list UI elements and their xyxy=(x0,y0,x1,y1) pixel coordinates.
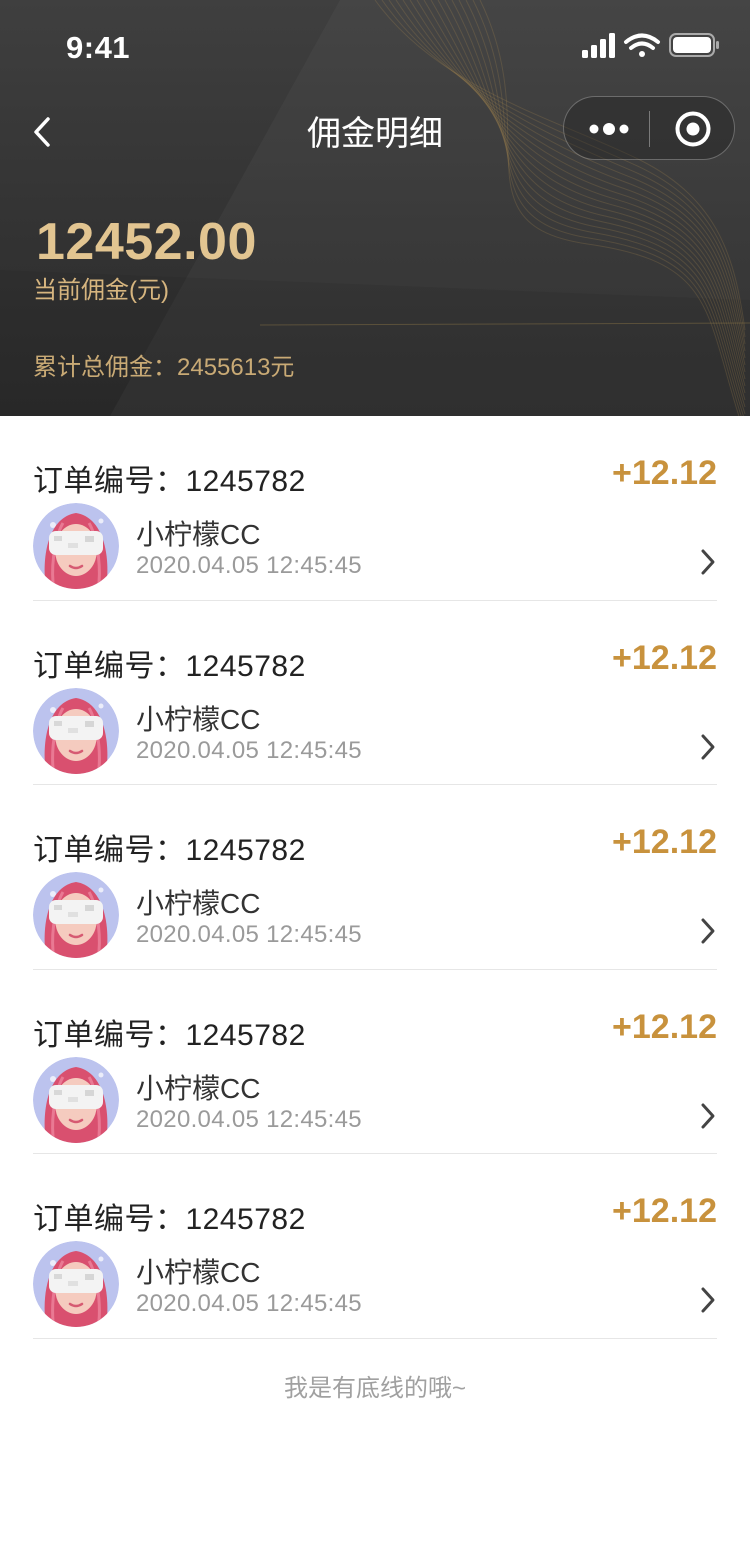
status-icons xyxy=(582,33,719,58)
order-item[interactable]: 订单编号：1245782 +12.12 小柠檬CC 2020.04.05 12:… xyxy=(33,601,717,785)
header-banner: 9:41 佣金明细 12452.00 当前佣金(元) 累计总佣金：2455613… xyxy=(0,0,750,416)
chevron-right-icon[interactable] xyxy=(699,733,717,761)
order-list: 订单编号：1245782 +12.12 小柠檬CC 2020.04.05 12:… xyxy=(33,416,717,1339)
order-time: 2020.04.05 12:45:45 xyxy=(136,1290,362,1317)
order-time: 2020.04.05 12:45:45 xyxy=(136,552,362,579)
capsule-divider xyxy=(649,111,650,147)
current-commission-label: 当前佣金(元) xyxy=(33,277,169,304)
avatar xyxy=(33,1056,119,1143)
avatar xyxy=(33,687,119,774)
order-item[interactable]: 订单编号：1245782 +12.12 小柠檬CC 2020.04.05 12:… xyxy=(33,416,717,601)
total-commission: 累计总佣金：2455613元 xyxy=(33,354,295,381)
avatar xyxy=(33,503,119,589)
user-name: 小柠檬CC xyxy=(136,1257,261,1288)
user-name: 小柠檬CC xyxy=(136,888,261,919)
user-name: 小柠檬CC xyxy=(136,519,261,550)
order-number: 订单编号：1245782 xyxy=(33,649,306,683)
avatar xyxy=(33,872,119,958)
chevron-right-icon[interactable] xyxy=(699,548,717,576)
order-number: 订单编号：1245782 xyxy=(33,465,306,498)
current-commission-value: 12452.00 xyxy=(36,213,257,271)
order-time: 2020.04.05 12:45:45 xyxy=(136,736,362,764)
order-time: 2020.04.05 12:45:45 xyxy=(136,1105,362,1133)
user-name: 小柠檬CC xyxy=(136,703,261,735)
commission-amount: +12.12 xyxy=(612,1007,717,1046)
user-name: 小柠檬CC xyxy=(136,1072,261,1104)
chevron-right-icon[interactable] xyxy=(699,917,717,945)
commission-amount: +12.12 xyxy=(612,454,717,492)
chevron-right-icon[interactable] xyxy=(699,1102,717,1130)
target-icon[interactable] xyxy=(674,110,712,148)
order-time: 2020.04.05 12:45:45 xyxy=(136,921,362,948)
signal-icon xyxy=(582,33,615,58)
status-time: 9:41 xyxy=(66,30,131,65)
order-item[interactable]: 订单编号：1245782 +12.12 小柠檬CC 2020.04.05 12:… xyxy=(33,970,717,1154)
battery-icon xyxy=(669,33,719,57)
commission-amount: +12.12 xyxy=(612,638,717,677)
mini-program-capsule xyxy=(563,96,735,160)
commission-amount: +12.12 xyxy=(612,823,717,861)
commission-amount: +12.12 xyxy=(612,1192,717,1230)
chevron-right-icon[interactable] xyxy=(699,1286,717,1314)
wifi-icon xyxy=(624,33,660,57)
avatar xyxy=(33,1241,119,1327)
list-end-text: 我是有底线的哦~ xyxy=(283,1375,466,1402)
order-number: 订单编号：1245782 xyxy=(33,1018,306,1052)
order-number: 订单编号：1245782 xyxy=(33,1203,306,1236)
more-dots-icon[interactable] xyxy=(588,115,630,143)
order-item[interactable]: 订单编号：1245782 +12.12 小柠檬CC 2020.04.05 12:… xyxy=(33,1154,717,1339)
order-number: 订单编号：1245782 xyxy=(33,834,306,867)
order-item[interactable]: 订单编号：1245782 +12.12 小柠檬CC 2020.04.05 12:… xyxy=(33,785,717,970)
status-bar: 9:41 xyxy=(0,0,750,88)
